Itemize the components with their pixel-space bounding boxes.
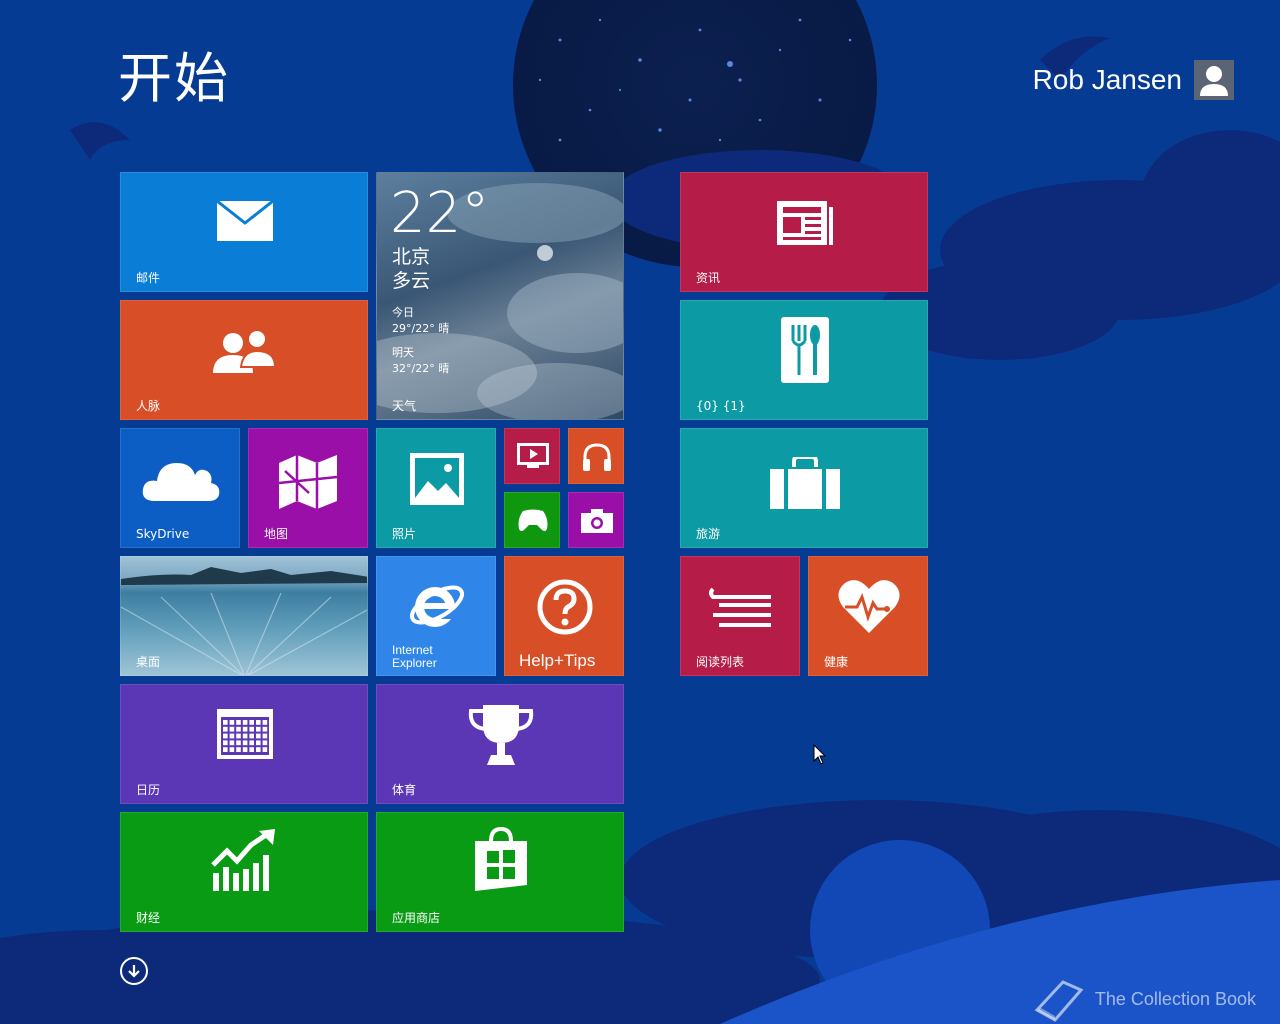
tile-desktop[interactable]: 桌面 [120,556,368,676]
weather-temperature: 22° [390,181,490,246]
tile-video[interactable] [504,428,560,484]
tile-reading-list[interactable]: 阅读列表 [680,556,800,676]
tile-camera[interactable] [568,492,624,548]
tile-label: 日历 [136,783,161,797]
tile-weather[interactable]: 22° 北京 多云 今日 29°/22° 晴 明天 32°/22° 晴 天气 [376,172,624,420]
tile-label: 健康 [824,655,849,669]
fork-spoon-icon [781,317,829,383]
tile-label: 人脉 [136,399,161,413]
headphones-icon [583,443,611,471]
user-account[interactable]: Rob Jansen [1033,60,1234,100]
tile-label-line2: Explorer [392,656,437,670]
all-apps-button[interactable] [120,957,148,985]
weather-tomorrow-value: 32°/22° 晴 [392,362,450,375]
book-icon [1034,980,1084,1022]
watermark-text: The Collection Book [1094,988,1256,1009]
tile-travel[interactable]: 旅游 [680,428,928,548]
tile-label: 邮件 [136,271,161,285]
map-icon [278,455,338,509]
camera-icon [581,509,613,533]
tile-label-line1: Internet [392,643,433,657]
tile-skydrive[interactable]: SkyDrive [120,428,240,548]
tile-games[interactable] [504,492,560,548]
weather-today-label: 今日 [392,306,414,319]
tile-finance[interactable]: 财经 [120,812,368,932]
tile-label: Help+Tips [519,651,596,670]
question-icon [537,579,593,635]
tile-news[interactable]: 资讯 [680,172,928,292]
tile-label: 应用商店 [392,911,441,925]
tile-label: 天气 [392,399,417,413]
tile-label: 旅游 [696,527,721,541]
avatar[interactable] [1194,60,1234,100]
photo-icon [410,453,464,505]
user-icon [1200,66,1228,96]
tile-people[interactable]: 人脉 [120,300,368,420]
calendar-icon [217,709,273,759]
chart-up-icon [211,829,275,891]
tile-label: 资讯 [696,271,721,285]
page-title: 开始 [118,47,230,110]
tile-health[interactable]: 健康 [808,556,928,676]
tile-label: {0} {1} [696,399,746,413]
tile-label: 体育 [392,783,417,797]
tile-label: 照片 [392,527,417,541]
arrow-down-icon [128,965,140,978]
tile-label: 财经 [136,911,161,925]
tile-store[interactable]: 应用商店 [376,812,624,932]
tile-sports[interactable]: 体育 [376,684,624,804]
mail-icon [217,201,273,241]
tile-calendar[interactable]: 日历 [120,684,368,804]
reading-list-icon [709,587,771,627]
video-icon [517,443,549,468]
gamepad-icon [518,509,548,531]
tile-label: Internet Explorer [392,644,437,670]
weather-today-value: 29°/22° 晴 [392,322,450,335]
tile-label: 地图 [264,527,289,541]
weather-tomorrow-label: 明天 [392,346,414,359]
heart-pulse-icon [838,580,900,633]
tile-label: 阅读列表 [696,655,745,669]
user-name: Rob Jansen [1032,64,1182,95]
tile-label: SkyDrive [136,527,190,541]
tile-mail[interactable]: 邮件 [120,172,368,292]
store-bag-icon [475,827,527,891]
weather-city: 北京 [392,246,431,268]
cloud-icon [142,463,220,501]
mouse-cursor-icon [813,744,827,765]
tile-music[interactable] [568,428,624,484]
weather-condition: 多云 [392,270,431,292]
people-icon [213,329,277,373]
tile-photos[interactable]: 照片 [376,428,496,548]
news-icon [777,201,833,245]
suitcase-icon [770,457,840,509]
watermark: The Collection Book [1033,976,1256,1022]
tile-help-tips[interactable]: Help+Tips [504,556,624,676]
ie-icon [410,585,464,627]
tile-internet-explorer[interactable]: Internet Explorer [376,556,496,676]
tile-maps[interactable]: 地图 [248,428,368,548]
tile-food[interactable]: {0} {1} [680,300,928,420]
trophy-icon [468,705,534,765]
tile-label: 桌面 [136,655,161,669]
